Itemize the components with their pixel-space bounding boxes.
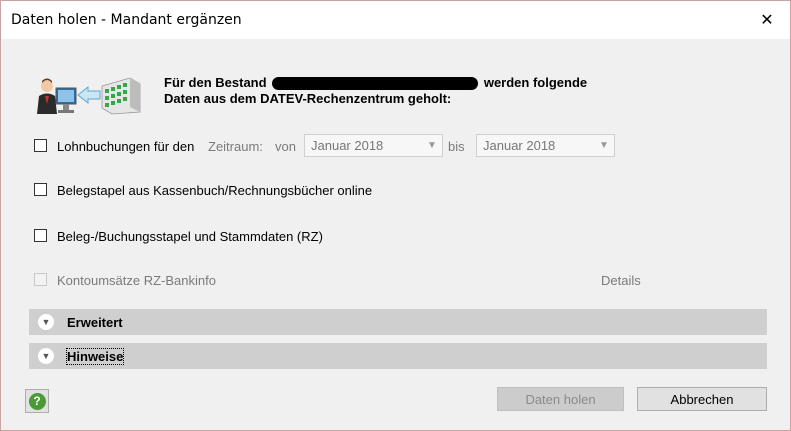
- help-button[interactable]: ?: [25, 389, 49, 413]
- buchungsstapel-label: Beleg-/Buchungsstapel und Stammdaten (RZ…: [57, 229, 323, 244]
- section-hinweise[interactable]: ▼ Hinweise: [29, 343, 767, 369]
- help-icon: ?: [28, 392, 46, 410]
- von-label: von: [275, 139, 296, 154]
- bis-label: bis: [448, 139, 465, 154]
- kontoumsaetze-checkbox: [34, 273, 47, 286]
- intro-line-1: Für den Bestand werden folgende: [164, 75, 587, 91]
- intro-line-2: Daten aus dem DATEV-Rechenzentrum geholt…: [164, 91, 452, 106]
- abbrechen-button[interactable]: Abbrechen: [637, 387, 767, 411]
- bis-month-value: Januar 2018: [483, 138, 556, 153]
- daten-holen-button[interactable]: Daten holen: [497, 387, 624, 411]
- chevron-down-icon[interactable]: ▼: [38, 348, 54, 364]
- zeitraum-label: Zeitraum:: [208, 139, 263, 154]
- von-month-value: Januar 2018: [311, 138, 384, 153]
- chevron-down-icon: ▼: [599, 140, 609, 151]
- data-transfer-icon: [37, 77, 141, 115]
- section-erweitert-label: Erweitert: [67, 315, 123, 330]
- belegstapel-checkbox[interactable]: [34, 183, 47, 196]
- lohnbuchungen-checkbox[interactable]: [34, 139, 47, 152]
- belegstapel-label: Belegstapel aus Kassenbuch/Rechnungsbüch…: [57, 183, 373, 198]
- von-month-select[interactable]: Januar 2018 ▼: [304, 134, 443, 157]
- redacted-block: [272, 77, 479, 91]
- intro-prefix: Für den Bestand: [164, 75, 267, 90]
- chevron-down-icon[interactable]: ▼: [38, 314, 54, 330]
- intro-suffix: werden folgende: [483, 75, 588, 90]
- section-hinweise-label: Hinweise: [65, 348, 125, 365]
- section-erweitert[interactable]: ▼ Erweitert: [29, 309, 767, 335]
- window-title: Daten holen - Mandant ergänzen: [11, 12, 242, 28]
- close-icon[interactable]: ✕: [744, 1, 790, 39]
- dialog-window: Daten holen - Mandant ergänzen ✕ Für den…: [0, 0, 791, 431]
- details-link: Details: [601, 273, 641, 288]
- lohnbuchungen-label: Lohnbuchungen für den: [57, 139, 195, 154]
- kontoumsaetze-label: Kontoumsätze RZ-Bankinfo: [57, 273, 216, 288]
- bis-month-select[interactable]: Januar 2018 ▼: [476, 134, 615, 157]
- title-bar: Daten holen - Mandant ergänzen ✕: [1, 1, 790, 39]
- buchungsstapel-checkbox[interactable]: [34, 229, 47, 242]
- chevron-down-icon: ▼: [427, 140, 437, 151]
- intro-text: Für den Bestand werden folgende Daten au…: [164, 75, 587, 107]
